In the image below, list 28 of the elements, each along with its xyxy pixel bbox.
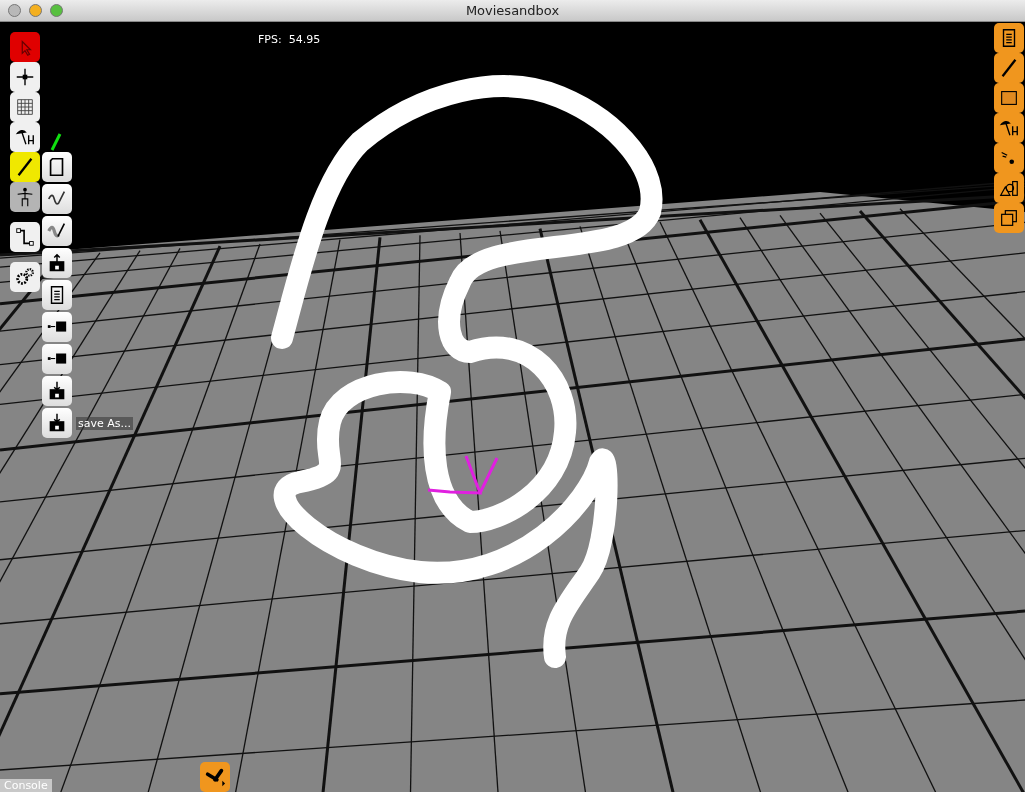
tool-button[interactable] bbox=[10, 222, 40, 252]
tool-button[interactable] bbox=[42, 184, 72, 214]
tool-button[interactable] bbox=[42, 344, 72, 374]
tool-button[interactable] bbox=[10, 182, 40, 212]
tool-button[interactable] bbox=[10, 262, 40, 292]
minimize-button[interactable] bbox=[29, 4, 42, 17]
tool-button[interactable] bbox=[42, 248, 72, 278]
tool-button[interactable] bbox=[42, 408, 72, 438]
tool-button[interactable] bbox=[200, 762, 230, 792]
tool-button[interactable] bbox=[42, 152, 72, 182]
grid-icon bbox=[14, 96, 36, 118]
window-title: Moviesandbox bbox=[464, 3, 561, 18]
tool-button[interactable] bbox=[42, 312, 72, 342]
tool-button[interactable] bbox=[42, 376, 72, 406]
tool-button[interactable] bbox=[10, 122, 40, 152]
tool-button[interactable] bbox=[42, 216, 72, 246]
tool-label: save As... bbox=[76, 416, 133, 430]
layers-icon bbox=[998, 207, 1020, 229]
move-icon bbox=[14, 66, 36, 88]
fps-counter: FPS: 54.95 bbox=[258, 33, 321, 46]
tool-button[interactable] bbox=[10, 152, 40, 182]
maximize-button[interactable] bbox=[50, 4, 63, 17]
tool-button[interactable] bbox=[10, 62, 40, 92]
close-button[interactable] bbox=[8, 4, 21, 17]
connector-icon bbox=[14, 226, 36, 248]
tool-button[interactable] bbox=[994, 23, 1024, 53]
tool-button[interactable] bbox=[994, 203, 1024, 233]
tool-button[interactable] bbox=[42, 280, 72, 310]
